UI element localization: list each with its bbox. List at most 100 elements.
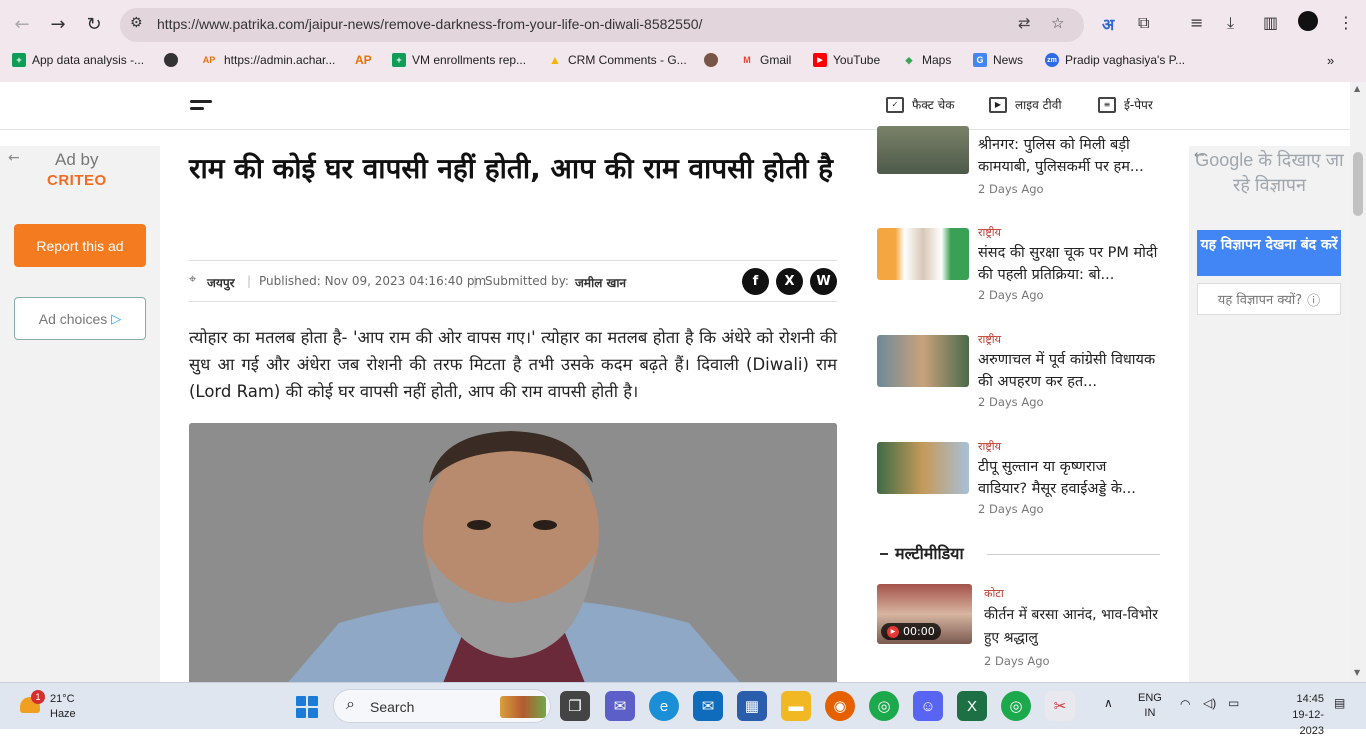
battery-icon[interactable]: ▭ [1228,696,1239,710]
reload-icon[interactable]: ↻ [80,10,108,38]
site-info-icon[interactable]: ⚙ [130,15,143,31]
report-ad-button[interactable]: Report this ad [14,224,146,267]
extensions-icon[interactable]: ⧉ [1138,13,1149,33]
snipping-tool-icon[interactable]: ✂ [1045,691,1075,721]
bookmark-item[interactable]: AP https://admin.achar... [200,53,336,67]
stop-seeing-ad-button[interactable]: यह विज्ञापन देखना बंद करें [1197,230,1341,276]
ad-choices-button[interactable]: Ad choices ▷ [14,297,146,340]
weather-widget[interactable]: 1 21°C Haze [18,690,98,724]
multimedia-item[interactable]: ▶ 00:00 कोटा कीर्तन में बरसा आनंद, भाव-वि… [877,584,1162,674]
bookmark-item[interactable]: M Gmail [740,53,791,67]
side-panel-icon[interactable]: ▥ [1263,13,1278,32]
video-title[interactable]: कीर्तन में बरसा आनंद, भाव-विभोर हुए श्रद… [984,604,1159,650]
article-meta: ⌖ जयपुर | Published: Nov 09, 2023 04:16:… [189,260,837,302]
discord-icon[interactable]: ☺ [913,691,943,721]
google-ad-label: Google के दिखाए जा रहे विज्ञापन [1195,150,1344,195]
profile-avatar[interactable] [1298,11,1318,31]
wifi-icon[interactable]: ◠ [1180,697,1190,711]
sidebar-story[interactable]: राष्ट्रीय संसद की सुरक्षा चूक पर PM मोदी… [877,225,1162,318]
gmail-icon: M [743,55,751,65]
teams-icon[interactable]: ✉ [605,691,635,721]
store-icon[interactable]: ▦ [737,691,767,721]
bookmark-item[interactable] [164,53,178,67]
file-explorer-icon[interactable]: ▬ [781,691,811,721]
mail-icon[interactable]: ✉ [693,691,723,721]
video-category[interactable]: कोटा [984,586,1004,601]
system-clock[interactable]: 14:45 19-12-2023 [1288,691,1324,739]
ap-icon: AP [202,55,216,65]
sidebar-story[interactable]: श्रीनगर: पुलिस को मिली बड़ी कामयाबी, पुल… [877,126,1162,220]
excel-icon[interactable]: X [957,691,987,721]
windows-start-icon[interactable] [296,696,318,718]
bookmark-item[interactable]: + VM enrollments rep... [392,53,526,67]
story-category[interactable]: राष्ट्रीय [978,439,1001,454]
story-thumbnail[interactable] [877,126,969,174]
url-text[interactable]: https://www.patrika.com/jaipur-news/remo… [157,16,702,32]
story-thumbnail[interactable] [877,442,969,494]
web-page: ✓ फैक्ट चेक ▶ लाइव टीवी ≡ ई-पेपर ← Ad by CR… [0,82,1366,682]
forward-icon[interactable]: → [44,10,72,38]
story-title[interactable]: टीपू सुल्तान या कृष्णराज वाडियार? मैसूर … [978,456,1160,500]
story-thumbnail[interactable] [877,335,969,387]
chrome-icon[interactable]: ◎ [869,691,899,721]
translate-extension-icon[interactable]: अ [1102,13,1114,35]
sheets-icon: + [392,53,406,67]
back-icon[interactable]: ← [8,10,36,38]
video-thumbnail[interactable]: ▶ 00:00 [877,584,972,644]
ad-back-icon[interactable]: ← [8,150,20,166]
bookmark-item[interactable]: ◆ Maps [902,53,952,67]
bookmark-item[interactable]: + App data analysis -... [12,53,144,67]
sidebar-story[interactable]: राष्ट्रीय टीपू सुल्तान या कृष्णराज वाडिय… [877,439,1162,532]
menu-icon[interactable]: ⋮ [1338,13,1354,32]
more-bookmarks-icon[interactable]: » [1327,53,1334,68]
media-control-icon[interactable]: ≡ [1190,13,1203,32]
show-hidden-icons[interactable]: ∧ [1104,696,1113,710]
story-thumbnail[interactable] [877,228,969,280]
story-category[interactable]: राष्ट्रीय [978,225,1001,240]
story-category[interactable]: राष्ट्रीय [978,332,1001,347]
page-scrollbar[interactable]: ▲ ▼ [1350,82,1366,682]
story-title[interactable]: श्रीनगर: पुलिस को मिली बड़ी कामयाबी, पुल… [978,134,1160,178]
bookmark-star-icon[interactable]: ☆ [1051,14,1064,32]
portrait-image [189,423,837,682]
firefox-icon[interactable]: ◉ [825,691,855,721]
task-view-icon[interactable]: ❐ [560,691,590,721]
scroll-up-icon[interactable]: ▲ [1354,84,1360,93]
story-title[interactable]: संसद की सुरक्षा चूक पर PM मोदी की पहली प… [978,242,1160,286]
story-title[interactable]: अरुणाचल में पूर्व कांग्रेसी विधायक की अप… [978,349,1160,393]
article-location[interactable]: जयपुर [207,274,235,291]
hamburger-menu-icon[interactable] [190,100,212,114]
story-time: 2 Days Ago [978,182,1044,196]
download-icon[interactable]: ⤓ [1227,13,1234,33]
article-author[interactable]: जमील खान [575,274,626,291]
language-indicator[interactable]: ENG IN [1138,691,1162,721]
scrollbar-thumb[interactable] [1353,152,1363,216]
sidebar-story[interactable]: राष्ट्रीय अरुणाचल में पूर्व कांग्रेसी वि… [877,332,1162,425]
news-icon: G [973,53,987,67]
bookmark-item[interactable]: ▶ YouTube [813,53,880,67]
scroll-down-icon[interactable]: ▼ [1354,668,1360,677]
person-icon [704,53,718,67]
notification-center-icon[interactable]: ▤ [1334,696,1345,710]
address-bar[interactable]: ⚙ https://www.patrika.com/jaipur-news/re… [120,8,1084,42]
youtube-icon: ▶ [813,53,827,67]
windows-taskbar: 1 21°C Haze ⌕ Search ❐ ✉ e ✉ ▦ ▬ ◉ ◎ ☺ X… [0,682,1366,737]
bookmark-item[interactable]: zm Pradip vaghasiya's P... [1045,53,1185,67]
maps-icon: ◆ [905,54,913,65]
bookmark-item[interactable]: AP [355,53,372,67]
taskbar-search[interactable]: ⌕ Search [333,689,551,723]
facebook-share-icon[interactable]: f [742,268,769,295]
story-time: 2 Days Ago [978,395,1044,409]
whatsapp-share-icon[interactable]: W [810,268,837,295]
translate-icon[interactable]: ⇄ [1018,14,1031,32]
bookmark-item[interactable]: ▲ CRM Comments - G... [548,53,687,67]
why-this-ad-button[interactable]: यह विज्ञापन क्यों? ⓘ [1197,283,1341,315]
bookmark-item[interactable] [704,53,718,67]
bookmark-item[interactable]: G News [973,53,1023,67]
x-share-icon[interactable]: X [776,268,803,295]
article-body: त्योहार का मतलब होता है- 'आप राम की ओर व… [189,328,837,401]
volume-icon[interactable]: ◁) [1203,696,1216,710]
chrome-profile-icon[interactable]: ◎ [1001,691,1031,721]
adchoices-icon: ▷ [111,310,122,326]
edge-icon[interactable]: e [649,691,679,721]
